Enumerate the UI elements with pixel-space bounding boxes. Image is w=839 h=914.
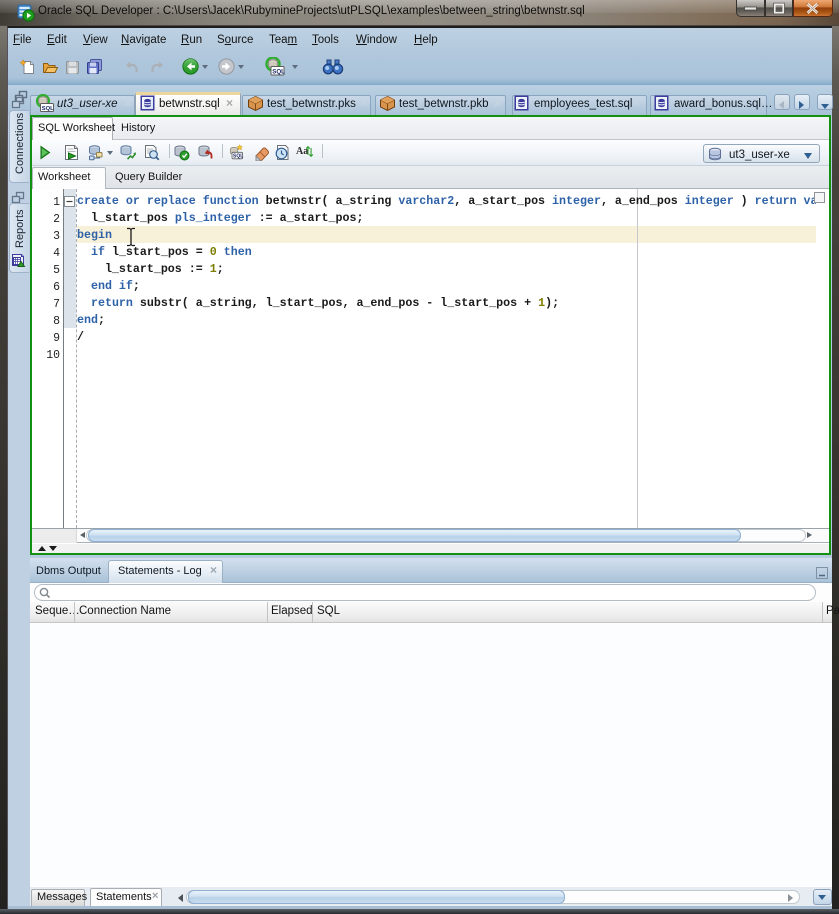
- svg-text:SQL: SQL: [272, 68, 285, 75]
- svg-text:SQL: SQL: [42, 106, 54, 112]
- svg-text:SQL: SQL: [233, 154, 243, 160]
